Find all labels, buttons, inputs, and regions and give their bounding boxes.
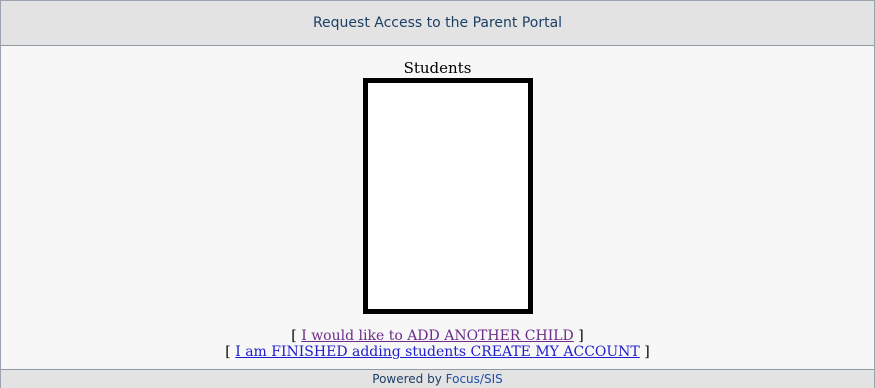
add-child-row: [ I would like to ADD ANOTHER CHILD ] (1, 328, 874, 344)
action-links: [ I would like to ADD ANOTHER CHILD ] [ … (1, 328, 874, 360)
panel-footer: Powered by Focus/SIS (1, 369, 874, 388)
focus-sis-link[interactable]: Focus/SIS (446, 372, 503, 386)
finish-row: [ I am FINISHED adding students CREATE M… (1, 344, 874, 360)
students-label: Students (403, 59, 472, 77)
create-account-link[interactable]: I am FINISHED adding students CREATE MY … (235, 344, 640, 360)
add-another-child-link[interactable]: I would like to ADD ANOTHER CHILD (301, 328, 574, 344)
bracket-close: ] (573, 328, 584, 344)
panel-header: Request Access to the Parent Portal (1, 1, 874, 46)
bracket-open: [ (225, 344, 236, 360)
bracket-open: [ (291, 328, 302, 344)
powered-by-text: Powered by (372, 372, 446, 386)
portal-panel: Request Access to the Parent Portal Stud… (0, 0, 875, 388)
page-title: Request Access to the Parent Portal (312, 15, 563, 31)
bracket-close: ] (639, 344, 650, 360)
students-list-box[interactable] (363, 78, 533, 314)
